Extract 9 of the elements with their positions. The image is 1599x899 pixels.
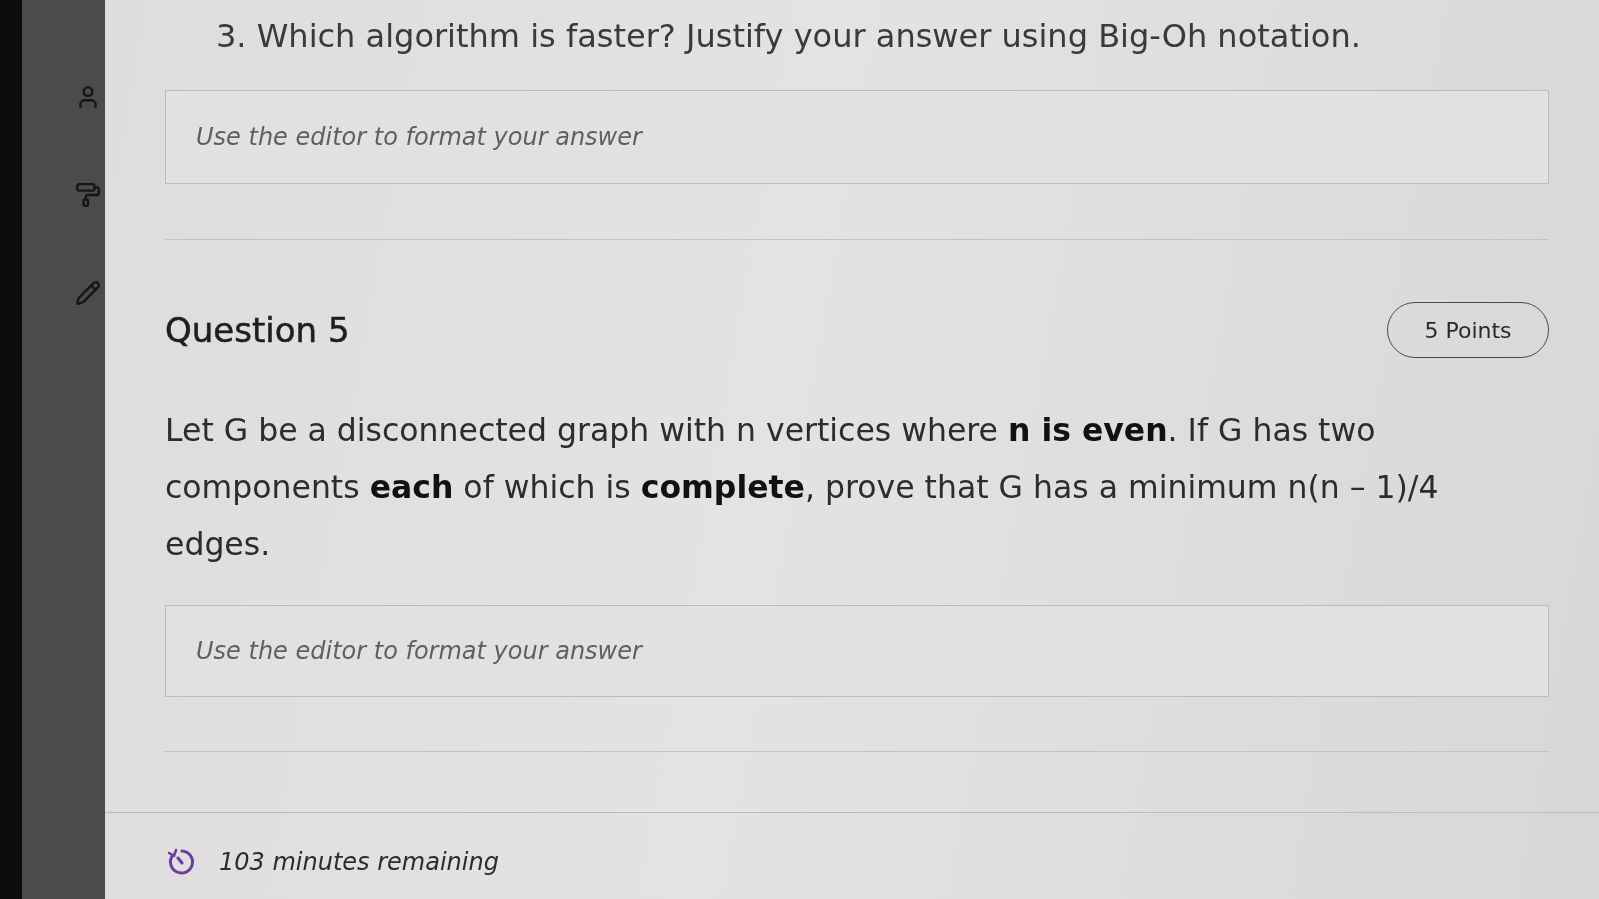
question-prompt: 3. Which algorithm is faster? Justify your answer using Big-Oh notation. bbox=[216, 16, 1362, 57]
timer-text: 103 minutes remaining bbox=[219, 848, 499, 876]
paint-roller-icon[interactable] bbox=[75, 180, 101, 210]
pencil-icon[interactable] bbox=[75, 278, 101, 308]
answer-field[interactable]: Use the editor to format your answer bbox=[165, 90, 1549, 184]
question-text: Let G be a disconnected graph with n vertices where n is even. If G has two components each of which is complete, prove that G has a minimum n(n – 1)/4 edges. bbox=[165, 411, 1440, 564]
timer-icon bbox=[167, 847, 197, 877]
question-title: Question 5 bbox=[165, 310, 350, 350]
answer-field[interactable]: Use the editor to format your answer bbox=[165, 605, 1549, 697]
